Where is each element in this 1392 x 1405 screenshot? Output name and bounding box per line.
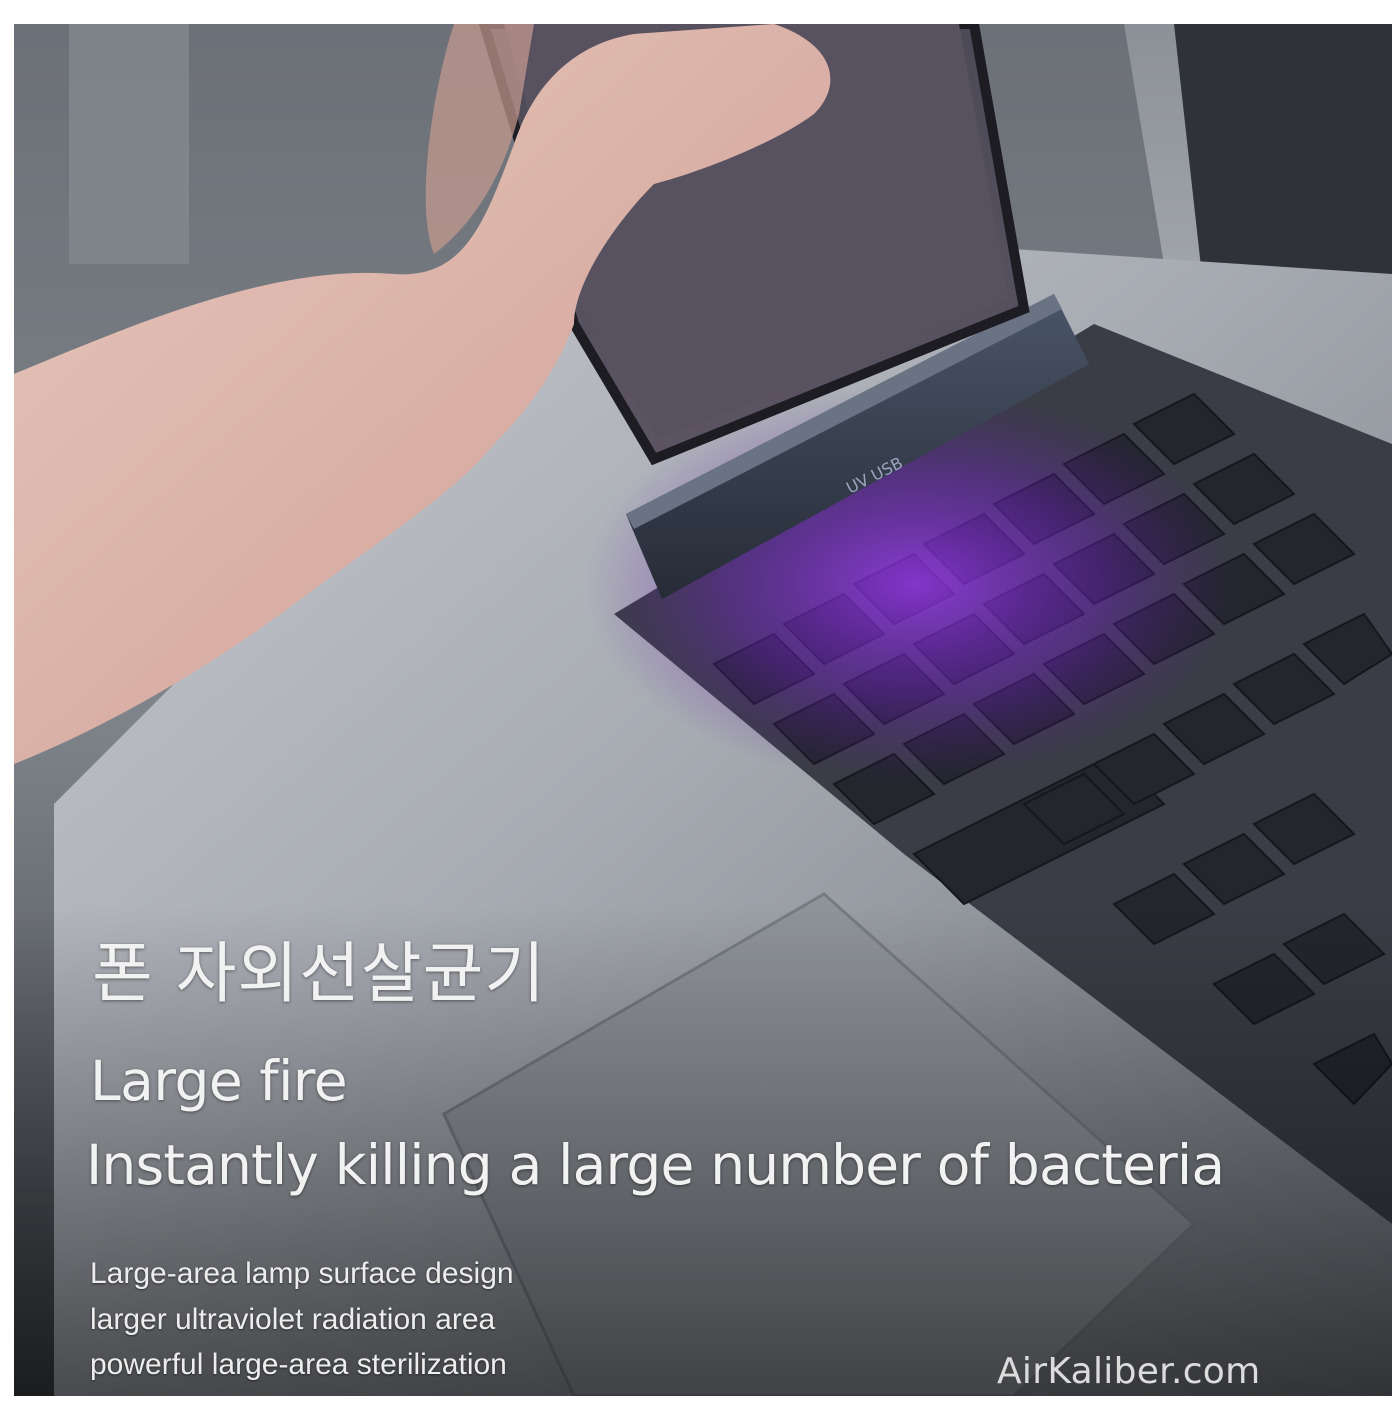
window (69, 24, 189, 264)
title-korean: 폰 자외선살균기 (92, 935, 547, 1012)
website-watermark: AirKaliber.com (997, 1351, 1261, 1392)
feature-item: larger ultraviolet radiation area (90, 1303, 496, 1336)
feature-item: powerful large-area sterilization (90, 1348, 507, 1381)
headline-line-2: Instantly killing a large number of bact… (86, 1133, 1225, 1197)
headline-line-1: Large fire (90, 1049, 348, 1113)
product-photo: UV USB 폰 자외선살균기 Large fire Instantly kil… (14, 24, 1392, 1396)
feature-item: Large-area lamp surface design (90, 1257, 514, 1290)
